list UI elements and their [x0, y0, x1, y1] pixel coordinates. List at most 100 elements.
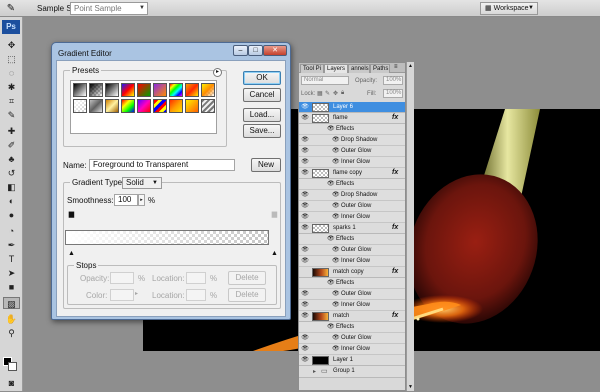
visibility-eye-icon[interactable]: 👁︎: [301, 137, 309, 144]
effect-eye-icon[interactable]: 👁︎: [332, 192, 340, 199]
fx-icon[interactable]: fx: [392, 224, 398, 231]
quick-select-icon[interactable]: ✱: [3, 81, 20, 93]
visibility-eye-icon[interactable]: [301, 280, 309, 287]
blend-mode-select[interactable]: Normal: [301, 76, 349, 85]
layer-row[interactable]: 👁︎ Layer 1: [299, 355, 405, 366]
load-button[interactable]: Load...: [243, 108, 281, 122]
healing-icon[interactable]: ✚: [3, 125, 20, 137]
preset-swatch[interactable]: [169, 83, 183, 97]
visibility-eye-icon[interactable]: 👁︎: [301, 115, 309, 122]
visibility-eye-icon[interactable]: [301, 126, 309, 133]
effects-header-row[interactable]: 👁︎ Effects: [299, 124, 405, 135]
visibility-eye-icon[interactable]: 👁︎: [301, 291, 309, 298]
effects-eye-icon[interactable]: 👁︎: [327, 236, 335, 243]
lock-position-icon[interactable]: ✥: [333, 90, 338, 97]
visibility-eye-icon[interactable]: [301, 324, 309, 331]
color-stop-right[interactable]: ▲: [271, 250, 278, 258]
preset-swatch[interactable]: [185, 99, 199, 113]
effects-eye-icon[interactable]: 👁︎: [327, 280, 335, 287]
visibility-eye-icon[interactable]: 👁︎: [301, 302, 309, 309]
stop-color-swatch[interactable]: [110, 289, 134, 301]
lock-transparent-icon[interactable]: ▦: [317, 90, 323, 97]
scroll-down-icon[interactable]: ▼: [407, 383, 414, 391]
visibility-eye-icon[interactable]: 👁︎: [301, 313, 309, 320]
visibility-eye-icon[interactable]: 👁︎: [301, 214, 309, 221]
effect-eye-icon[interactable]: 👁︎: [332, 137, 340, 144]
ok-button[interactable]: OK: [243, 71, 281, 85]
visibility-eye-icon[interactable]: 👁︎: [301, 335, 309, 342]
visibility-eye-icon[interactable]: 👁︎: [301, 346, 309, 353]
zoom-icon[interactable]: ⚲: [3, 327, 20, 339]
effect-row[interactable]: 👁︎ 👁︎ Inner Glow: [299, 256, 405, 267]
preset-swatch[interactable]: [185, 83, 199, 97]
preset-swatch[interactable]: [89, 99, 103, 113]
layer-group-row[interactable]: ▸ ▭ Group 1: [299, 366, 405, 378]
layer-row[interactable]: 👁︎ flame copy fx: [299, 168, 405, 179]
visibility-eye-icon[interactable]: 👁︎: [301, 258, 309, 265]
preset-swatch[interactable]: [137, 99, 151, 113]
effect-eye-icon[interactable]: 👁︎: [332, 247, 340, 254]
effects-eye-icon[interactable]: 👁︎: [327, 181, 335, 188]
effect-eye-icon[interactable]: 👁︎: [332, 302, 340, 309]
effect-row[interactable]: 👁︎ 👁︎ Outer Glow: [299, 333, 405, 344]
eraser-icon[interactable]: ◧: [3, 181, 20, 193]
pen-icon[interactable]: ✒: [3, 239, 20, 251]
close-icon[interactable]: ✕: [263, 45, 287, 56]
quick-mask-icon[interactable]: ◙: [3, 377, 20, 389]
visibility-eye-icon[interactable]: 👁︎: [301, 247, 309, 254]
effect-row[interactable]: 👁︎ 👁︎ Inner Glow: [299, 300, 405, 311]
effect-row[interactable]: 👁︎ 👁︎ Inner Glow: [299, 212, 405, 223]
preset-swatch[interactable]: [153, 99, 167, 113]
opacity-stop-right[interactable]: ▆: [271, 211, 278, 219]
tab-tool-presets[interactable]: Tool Pi: [300, 64, 324, 73]
preset-swatch[interactable]: [73, 83, 87, 97]
preset-swatch[interactable]: [73, 99, 87, 113]
delete-color-stop-button[interactable]: Delete: [228, 288, 266, 302]
visibility-eye-icon[interactable]: 👁︎: [301, 159, 309, 166]
blur-icon[interactable]: ●: [3, 209, 20, 221]
presets-menu-icon[interactable]: ▸: [213, 68, 222, 77]
sample-size-select[interactable]: Point Sample ▼: [70, 2, 148, 15]
layer-row[interactable]: 👁︎ flame fx: [299, 113, 405, 124]
panel-menu-icon[interactable]: ≡: [394, 64, 398, 70]
fill-input[interactable]: 100%: [383, 89, 403, 98]
layers-scrollbar[interactable]: ▲ ▼: [406, 62, 414, 391]
visibility-eye-icon[interactable]: 👁︎: [301, 104, 309, 111]
preset-swatch[interactable]: [105, 83, 119, 97]
effect-row[interactable]: 👁︎ 👁︎ Outer Glow: [299, 245, 405, 256]
effect-eye-icon[interactable]: 👁︎: [332, 258, 340, 265]
crop-icon[interactable]: ⌗: [3, 95, 20, 107]
chevron-right-icon[interactable]: ▸: [313, 368, 316, 375]
preset-swatch[interactable]: [201, 99, 215, 113]
effects-header-row[interactable]: 👁︎ Effects: [299, 322, 405, 333]
effect-eye-icon[interactable]: 👁︎: [332, 148, 340, 155]
dodge-icon[interactable]: ◔: [3, 225, 20, 237]
layer-row[interactable]: 👁︎ match fx: [299, 311, 405, 322]
opacity-stop-left[interactable]: ▆: [68, 211, 75, 219]
effect-row[interactable]: 👁︎ 👁︎ Inner Glow: [299, 157, 405, 168]
marquee-icon[interactable]: ⬚: [3, 53, 20, 65]
save-button[interactable]: Save...: [243, 124, 281, 138]
delete-opacity-stop-button[interactable]: Delete: [228, 271, 266, 285]
move-icon[interactable]: ✥: [3, 39, 20, 51]
effect-row[interactable]: 👁︎ 👁︎ Inner Glow: [299, 344, 405, 355]
gradient-type-select[interactable]: Solid ▼: [122, 177, 162, 189]
cancel-button[interactable]: Cancel: [243, 88, 281, 102]
preset-swatch[interactable]: [201, 83, 215, 97]
visibility-eye-icon[interactable]: [301, 269, 309, 276]
tab-paths[interactable]: Paths: [370, 64, 390, 73]
tab-channels[interactable]: annels: [348, 64, 370, 73]
stop-opacity-location-input[interactable]: [186, 272, 206, 284]
preset-swatch[interactable]: [169, 99, 183, 113]
preset-swatch[interactable]: [105, 99, 119, 113]
effects-eye-icon[interactable]: 👁︎: [327, 324, 335, 331]
effect-eye-icon[interactable]: 👁︎: [332, 335, 340, 342]
opacity-input[interactable]: 100%: [383, 76, 403, 85]
effects-header-row[interactable]: 👁︎ Effects: [299, 234, 405, 245]
hand-icon[interactable]: ✋: [3, 313, 20, 325]
layer-row[interactable]: 👁︎ sparks 1 fx: [299, 223, 405, 234]
effect-row[interactable]: 👁︎ 👁︎ Drop Shadow: [299, 135, 405, 146]
maximize-icon[interactable]: □: [248, 45, 263, 56]
effect-eye-icon[interactable]: 👁︎: [332, 159, 340, 166]
visibility-eye-icon[interactable]: 👁︎: [301, 225, 309, 232]
